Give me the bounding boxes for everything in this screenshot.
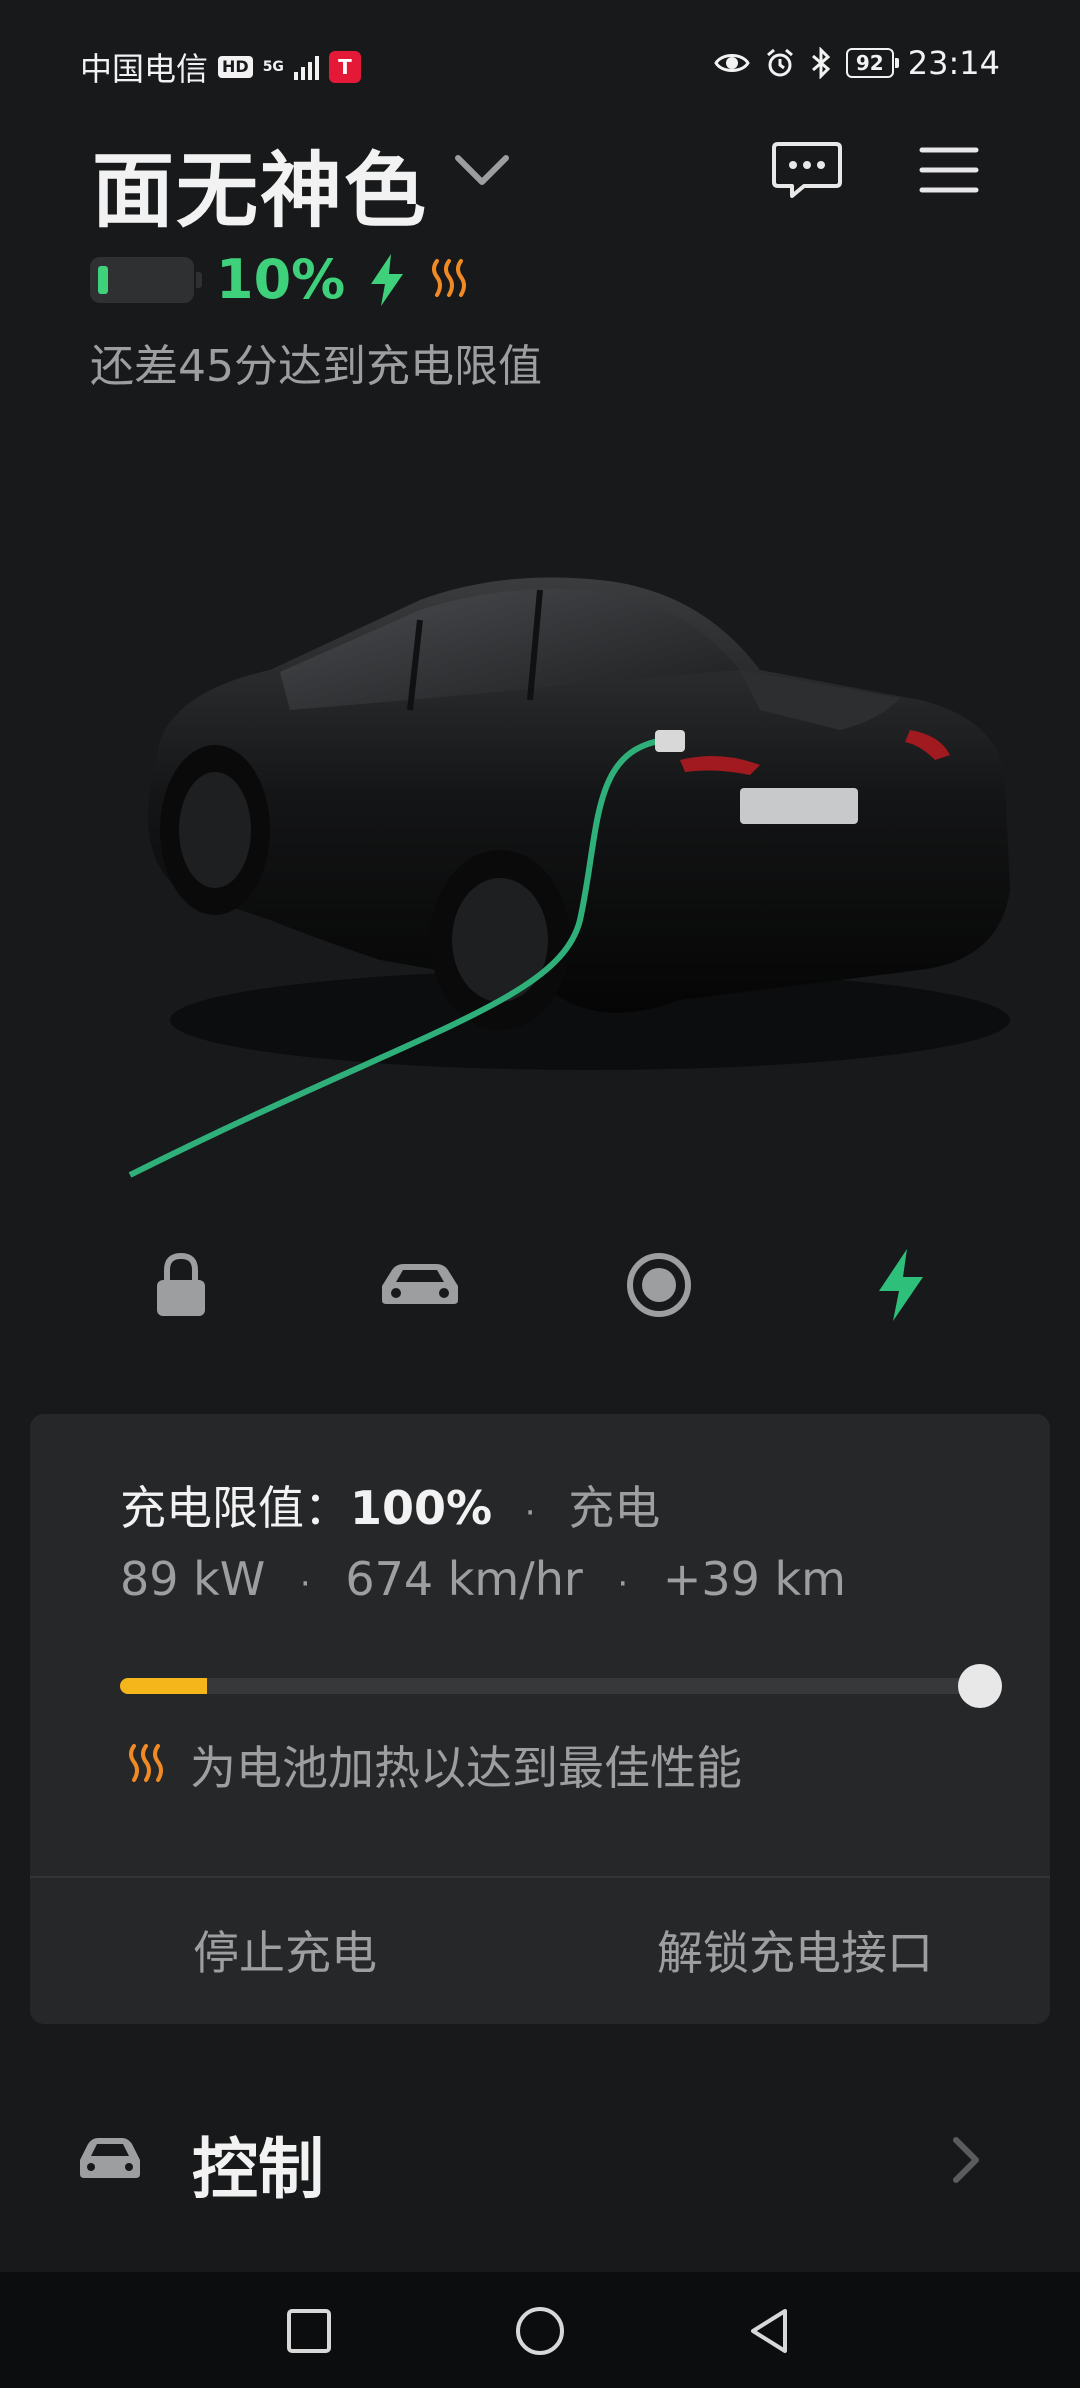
controls-label: 控制 <box>192 2131 324 2208</box>
range-added: +39 km <box>662 1552 846 1606</box>
charge-limit-label: 充电限值： <box>120 1481 350 1535</box>
sentry-button[interactable] <box>614 1240 704 1330</box>
status-bar: 中国电信 HD 5G T 92 23:14 <box>0 0 1080 130</box>
car-name[interactable]: 面无神色 <box>92 124 428 243</box>
menu-icon[interactable] <box>918 142 980 198</box>
unlock-charge-port-button[interactable]: 解锁充电接口 <box>540 1876 1050 2024</box>
home-button[interactable] <box>505 2296 575 2366</box>
charging-bolt-icon <box>371 253 404 306</box>
charge-button[interactable] <box>856 1240 946 1330</box>
back-button[interactable] <box>734 2296 804 2366</box>
chevron-right-icon <box>953 2137 979 2183</box>
battery-indicator: 92 <box>845 48 899 78</box>
clock: 23:14 <box>907 44 1000 82</box>
battery-heating-notice: 为电池加热以达到最佳性能 <box>126 1732 742 1798</box>
charge-time-remaining: 还差45分达到充电限值 <box>90 341 542 392</box>
record-icon <box>627 1253 691 1317</box>
charge-bolt-icon <box>879 1249 923 1321</box>
square-icon <box>287 2309 331 2353</box>
separator-dot: · <box>524 1493 536 1533</box>
lock-icon <box>157 1252 205 1316</box>
status-right: 92 23:14 <box>714 44 1000 82</box>
charge-stats: 89 kW · 674 km/hr · +39 km <box>120 1552 846 1606</box>
battery-row: 10% <box>90 248 473 311</box>
chevron-down-icon[interactable] <box>452 150 512 190</box>
lock-button[interactable] <box>136 1240 226 1330</box>
battery-heat-icon <box>432 258 467 297</box>
hd-badge: HD <box>218 56 253 78</box>
circle-icon <box>516 2307 564 2355</box>
separator-dot: · <box>617 1564 629 1604</box>
car-image[interactable] <box>120 560 1020 1180</box>
current-charge-fill <box>120 1678 207 1694</box>
network-label: 5G <box>262 59 284 75</box>
battery-percent: 10% <box>216 248 346 311</box>
signal-icon <box>293 54 319 80</box>
charging-card: 充电限值：100% · 充电 89 kW · 674 km/hr · +39 k… <box>30 1414 1050 2024</box>
recents-button[interactable] <box>274 2296 344 2366</box>
charge-limit-slider[interactable] <box>120 1664 1002 1708</box>
carrier-label: 中国电信 <box>80 50 209 88</box>
charge-rate: 674 km/hr <box>345 1552 583 1606</box>
climate-button[interactable] <box>375 1240 465 1330</box>
alarm-icon <box>766 48 793 77</box>
tesla-app-icon: T <box>328 51 361 83</box>
car-icon <box>382 1264 458 1304</box>
controls-row[interactable]: 控制 <box>0 2098 1080 2218</box>
triangle-back-icon <box>751 2309 787 2353</box>
charge-limit-value: 100% <box>350 1481 493 1535</box>
status-left: 中国电信 HD 5G T <box>80 44 361 90</box>
charge-power: 89 kW <box>120 1552 266 1606</box>
charge-state: 充电 <box>568 1481 661 1535</box>
bluetooth-icon <box>811 47 830 79</box>
stop-charging-button[interactable]: 停止充电 <box>30 1876 540 2024</box>
slider-handle[interactable] <box>958 1664 1002 1708</box>
heating-text: 为电池加热以达到最佳性能 <box>190 1741 742 1795</box>
charge-limit-line[interactable]: 充电限值：100% · 充电 <box>120 1472 660 1538</box>
car-icon <box>80 2138 140 2178</box>
eye-icon <box>714 54 750 72</box>
battery-heat-icon <box>129 1744 163 1782</box>
battery-level-icon <box>90 256 202 303</box>
system-nav-bar <box>0 2272 1080 2388</box>
message-icon[interactable] <box>770 138 844 202</box>
separator-dot: · <box>299 1564 311 1604</box>
